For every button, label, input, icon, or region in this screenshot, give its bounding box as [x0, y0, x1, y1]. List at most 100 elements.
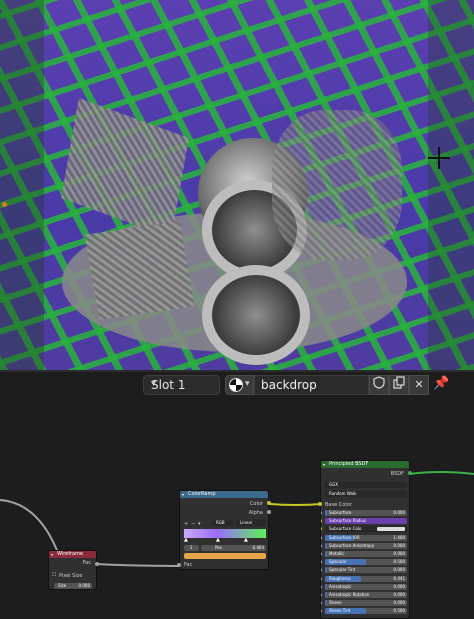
color-ramp-gradient[interactable]: [184, 529, 266, 538]
interpolation-value: Linear: [240, 520, 253, 525]
socket-output-bsdf[interactable]: [408, 471, 412, 475]
unlink-material-button[interactable]: ✕: [409, 375, 429, 395]
property-value: 0.441: [393, 575, 405, 581]
link-wireframe-fac: [95, 563, 179, 567]
distribution-value: GGX: [329, 482, 338, 487]
property-label: Roughness: [329, 575, 351, 581]
property-label: Subsurface Colo: [329, 526, 362, 532]
output-bsdf-label: BSDF: [390, 471, 404, 477]
duplicate-material-button[interactable]: [389, 375, 409, 395]
add-stop-button[interactable]: +: [184, 521, 188, 527]
property-field[interactable]: Metallic 0.000: [325, 551, 407, 557]
socket-output[interactable]: [95, 562, 99, 566]
colorramp-node[interactable]: ▾ ColorRamp Color Alpha + − ▾ RGB Linear…: [179, 490, 269, 570]
socket-input[interactable]: [321, 584, 322, 589]
property-value: 0.000: [393, 583, 405, 589]
socket-output-color[interactable]: [267, 501, 271, 505]
stop-handle[interactable]: ▲: [244, 537, 248, 543]
socket-input[interactable]: [321, 543, 322, 548]
property-field[interactable]: Sheen 0.000: [325, 600, 407, 607]
stop-handle[interactable]: ▲: [184, 537, 188, 543]
property-value: 0.500: [393, 559, 405, 565]
material-sphere-icon: [229, 378, 243, 392]
stop-index-field[interactable]: 1: [184, 545, 199, 551]
size-field[interactable]: Size 0.000: [54, 583, 92, 589]
pixel-size-checkbox[interactable]: ☐: [52, 572, 56, 578]
color-swatch[interactable]: [377, 527, 405, 532]
wireframe-node[interactable]: ▾ Wireframe Fac ☐ Pixel Size Size 0.000: [48, 550, 97, 590]
fake-user-shield-button[interactable]: [369, 375, 389, 395]
shield-icon: [373, 376, 385, 389]
property-field[interactable]: Anisotropic 0.000: [325, 583, 407, 590]
distribution-select[interactable]: GGX: [325, 482, 407, 488]
subsurface-method-select[interactable]: Random Walk: [325, 491, 407, 497]
property-value: 1.400: [393, 534, 405, 540]
socket-input[interactable]: [321, 519, 322, 524]
socket-input[interactable]: [321, 560, 322, 565]
property-value: 0.000: [393, 542, 405, 548]
property-field[interactable]: Roughness 0.441: [325, 575, 407, 582]
node-header[interactable]: ▾ Wireframe: [49, 551, 96, 558]
close-icon: ✕: [414, 378, 424, 391]
property-fill: [325, 551, 327, 557]
property-fill: [325, 592, 327, 598]
socket-input[interactable]: [321, 527, 322, 532]
principled-bsdf-node[interactable]: ▾ Principled BSDF BSDF GGX Random Walk B…: [320, 460, 410, 619]
3d-cursor-icon[interactable]: [428, 147, 450, 169]
property-field[interactable]: Subsurface Colo: [325, 526, 407, 533]
socket-input[interactable]: [321, 601, 322, 606]
stop-color-swatch[interactable]: [184, 553, 266, 559]
pin-icon[interactable]: 📌: [433, 376, 449, 391]
browse-material-button[interactable]: ▾: [225, 375, 254, 395]
slot-dropdown[interactable]: Slot 1 ▾: [143, 375, 220, 395]
socket-input-fac[interactable]: [177, 563, 181, 567]
property-label: Subsurface IOR: [329, 534, 360, 540]
socket-input[interactable]: [321, 568, 322, 573]
property-label: Specular Tint: [329, 567, 356, 573]
remove-stop-button[interactable]: −: [191, 521, 195, 527]
3d-viewport[interactable]: [0, 0, 474, 370]
property-field[interactable]: Sheen Tint 0.500: [325, 608, 407, 615]
property-field[interactable]: Specular Tint 0.000: [325, 567, 407, 574]
stop-position-field[interactable]: Pos 0.464: [201, 545, 266, 551]
pos-label: Pos: [215, 545, 222, 550]
checkbox-label: Pixel Size: [59, 573, 83, 579]
property-field[interactable]: Subsurface IOR 1.400: [325, 534, 407, 541]
socket-input[interactable]: [321, 511, 322, 515]
socket-output-alpha[interactable]: [267, 510, 271, 514]
glass-cluster: [272, 110, 402, 260]
socket-input[interactable]: [321, 593, 322, 597]
property-fill: [325, 542, 327, 549]
duplicate-icon: [392, 376, 405, 389]
chevron-down-icon: ▾: [245, 379, 250, 389]
socket-input-base-color[interactable]: [318, 502, 322, 506]
property-value: 0.000: [393, 592, 405, 597]
stop-handle[interactable]: ▲: [216, 537, 220, 543]
mode-value: RGB: [216, 520, 225, 525]
node-header[interactable]: ▾ Principled BSDF: [321, 461, 409, 468]
node-header[interactable]: ▾ ColorRamp: [180, 491, 268, 498]
property-field[interactable]: Anisotropic Rotation 0.000: [325, 592, 407, 598]
property-fill: [325, 567, 327, 574]
material-name-text: backdrop: [261, 378, 317, 392]
socket-input[interactable]: [321, 552, 322, 556]
input-fac-label: Fac: [184, 562, 193, 568]
color-mode-select[interactable]: RGB: [212, 520, 234, 526]
socket-input[interactable]: [321, 609, 322, 614]
property-field[interactable]: Subsurface 0.000: [325, 510, 407, 516]
node-title: ColorRamp: [188, 491, 216, 497]
interpolation-select[interactable]: Linear: [236, 520, 266, 526]
property-label: Sheen Tint: [329, 608, 351, 614]
property-field[interactable]: Specular 0.500: [325, 559, 407, 566]
property-field[interactable]: Subsurface Anisotropy 0.000: [325, 542, 407, 549]
material-name-field[interactable]: backdrop: [254, 375, 369, 395]
property-field[interactable]: Subsurface Radius: [325, 518, 407, 525]
link-color-basecolor: [269, 503, 323, 506]
property-label: Anisotropic: [329, 583, 352, 589]
socket-input[interactable]: [321, 576, 322, 581]
chevron-down-icon: ▾: [151, 378, 157, 389]
chevron-down-icon[interactable]: ▾: [198, 521, 201, 527]
socket-input[interactable]: [321, 535, 322, 540]
pos-value: 0.464: [252, 545, 264, 550]
property-fill: [325, 600, 327, 607]
